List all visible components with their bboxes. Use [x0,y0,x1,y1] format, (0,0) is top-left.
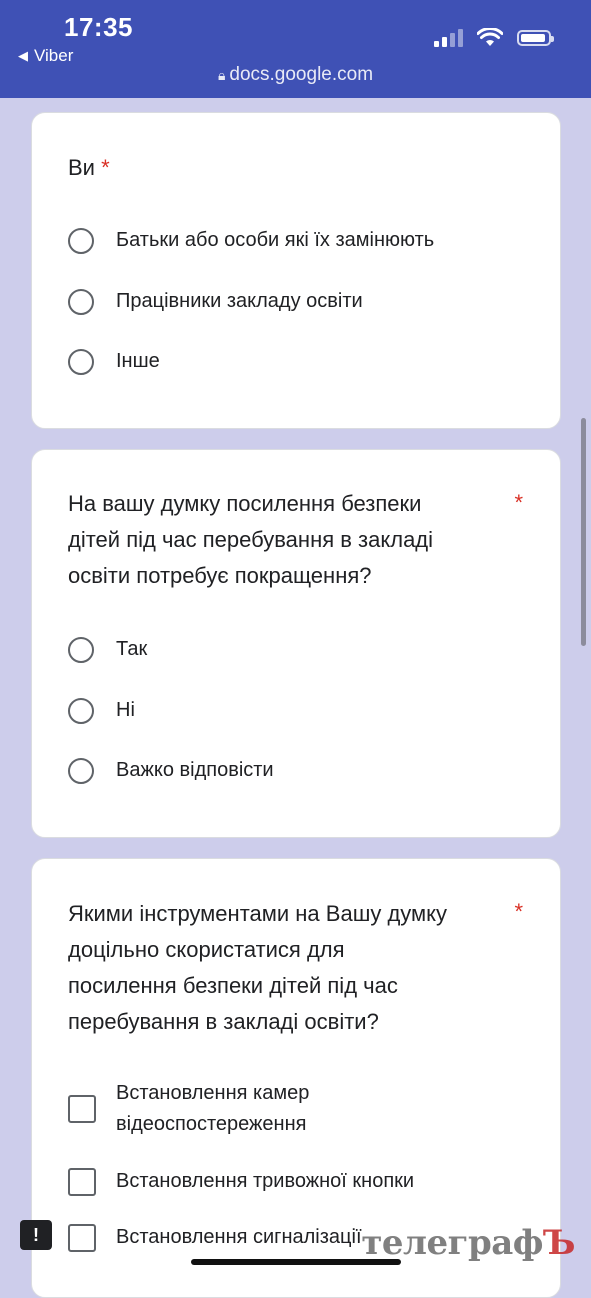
question-title: Ви * [68,155,110,180]
back-to-app-button[interactable]: ◀ Viber [18,46,73,66]
radio-option[interactable]: Ні [68,695,135,726]
radio-option[interactable]: Працівники закладу освіти [68,286,363,317]
option-label: Батьки або особи які їх замінюють [116,229,435,251]
status-icons [434,28,554,48]
required-asterisk: * [514,899,523,924]
checkbox[interactable] [68,1223,96,1252]
question-title: На вашу думку посилення безпеки дітей пі… [68,491,434,588]
page-scrollbar[interactable] [581,418,586,646]
radio-button[interactable] [68,697,94,724]
radio-option[interactable]: Інше [68,346,160,377]
browser-header: 17:35 ◀ Viber 🔒︎ docs.google.com [0,0,591,98]
status-time: 17:35 [64,12,133,42]
option-label: Важко відповісти [116,759,274,781]
wifi-icon [477,28,503,46]
checkbox-option[interactable]: Встановлення камер відеоспостереження [68,1078,309,1140]
radio-button[interactable] [68,348,94,375]
option-label: Встановлення камер відеоспостереження [116,1082,310,1135]
checkbox[interactable] [68,1167,96,1196]
feedback-icon[interactable]: ! [20,1220,52,1250]
option-label: Працівники закладу освіти [116,290,363,312]
url-text: docs.google.com [229,64,374,85]
checkbox-option[interactable]: Встановлення тривожної кнопки [68,1166,414,1197]
radio-button[interactable] [68,636,94,663]
question-card-safety-improvement: На вашу думку посилення безпеки дітей пі… [31,449,561,838]
radio-option[interactable]: Батьки або особи які їх замінюють [68,225,434,256]
required-asterisk: * [101,155,110,180]
radio-button[interactable] [68,227,94,254]
question-card-respondent: Ви * Батьки або особи які їх замінюють П… [31,112,561,429]
lock-icon: 🔒︎ [217,67,226,83]
checkbox-option[interactable]: Встановлення сигналізації [68,1222,362,1253]
cellular-signal-icon [434,29,463,47]
option-label: Ні [116,699,135,721]
option-label: Встановлення сигналізації [116,1226,362,1248]
watermark-logo: телеграфЪ [361,1223,575,1263]
home-indicator[interactable] [191,1259,401,1265]
required-asterisk: * [514,490,523,515]
back-app-label: Viber [34,46,74,65]
address-bar[interactable]: 🔒︎ docs.google.com [0,64,591,86]
checkbox[interactable] [68,1095,96,1123]
option-label: Так [116,638,148,660]
radio-option[interactable]: Важко відповісти [68,755,274,786]
option-label: Встановлення тривожної кнопки [116,1170,415,1192]
battery-icon [517,30,554,46]
radio-button[interactable] [68,757,94,784]
question-title: Якими інструментами на Вашу думку доціль… [68,901,448,1034]
back-arrow-icon: ◀ [18,48,28,63]
radio-option[interactable]: Так [68,634,147,665]
option-label: Інше [116,350,160,372]
radio-button[interactable] [68,288,94,315]
